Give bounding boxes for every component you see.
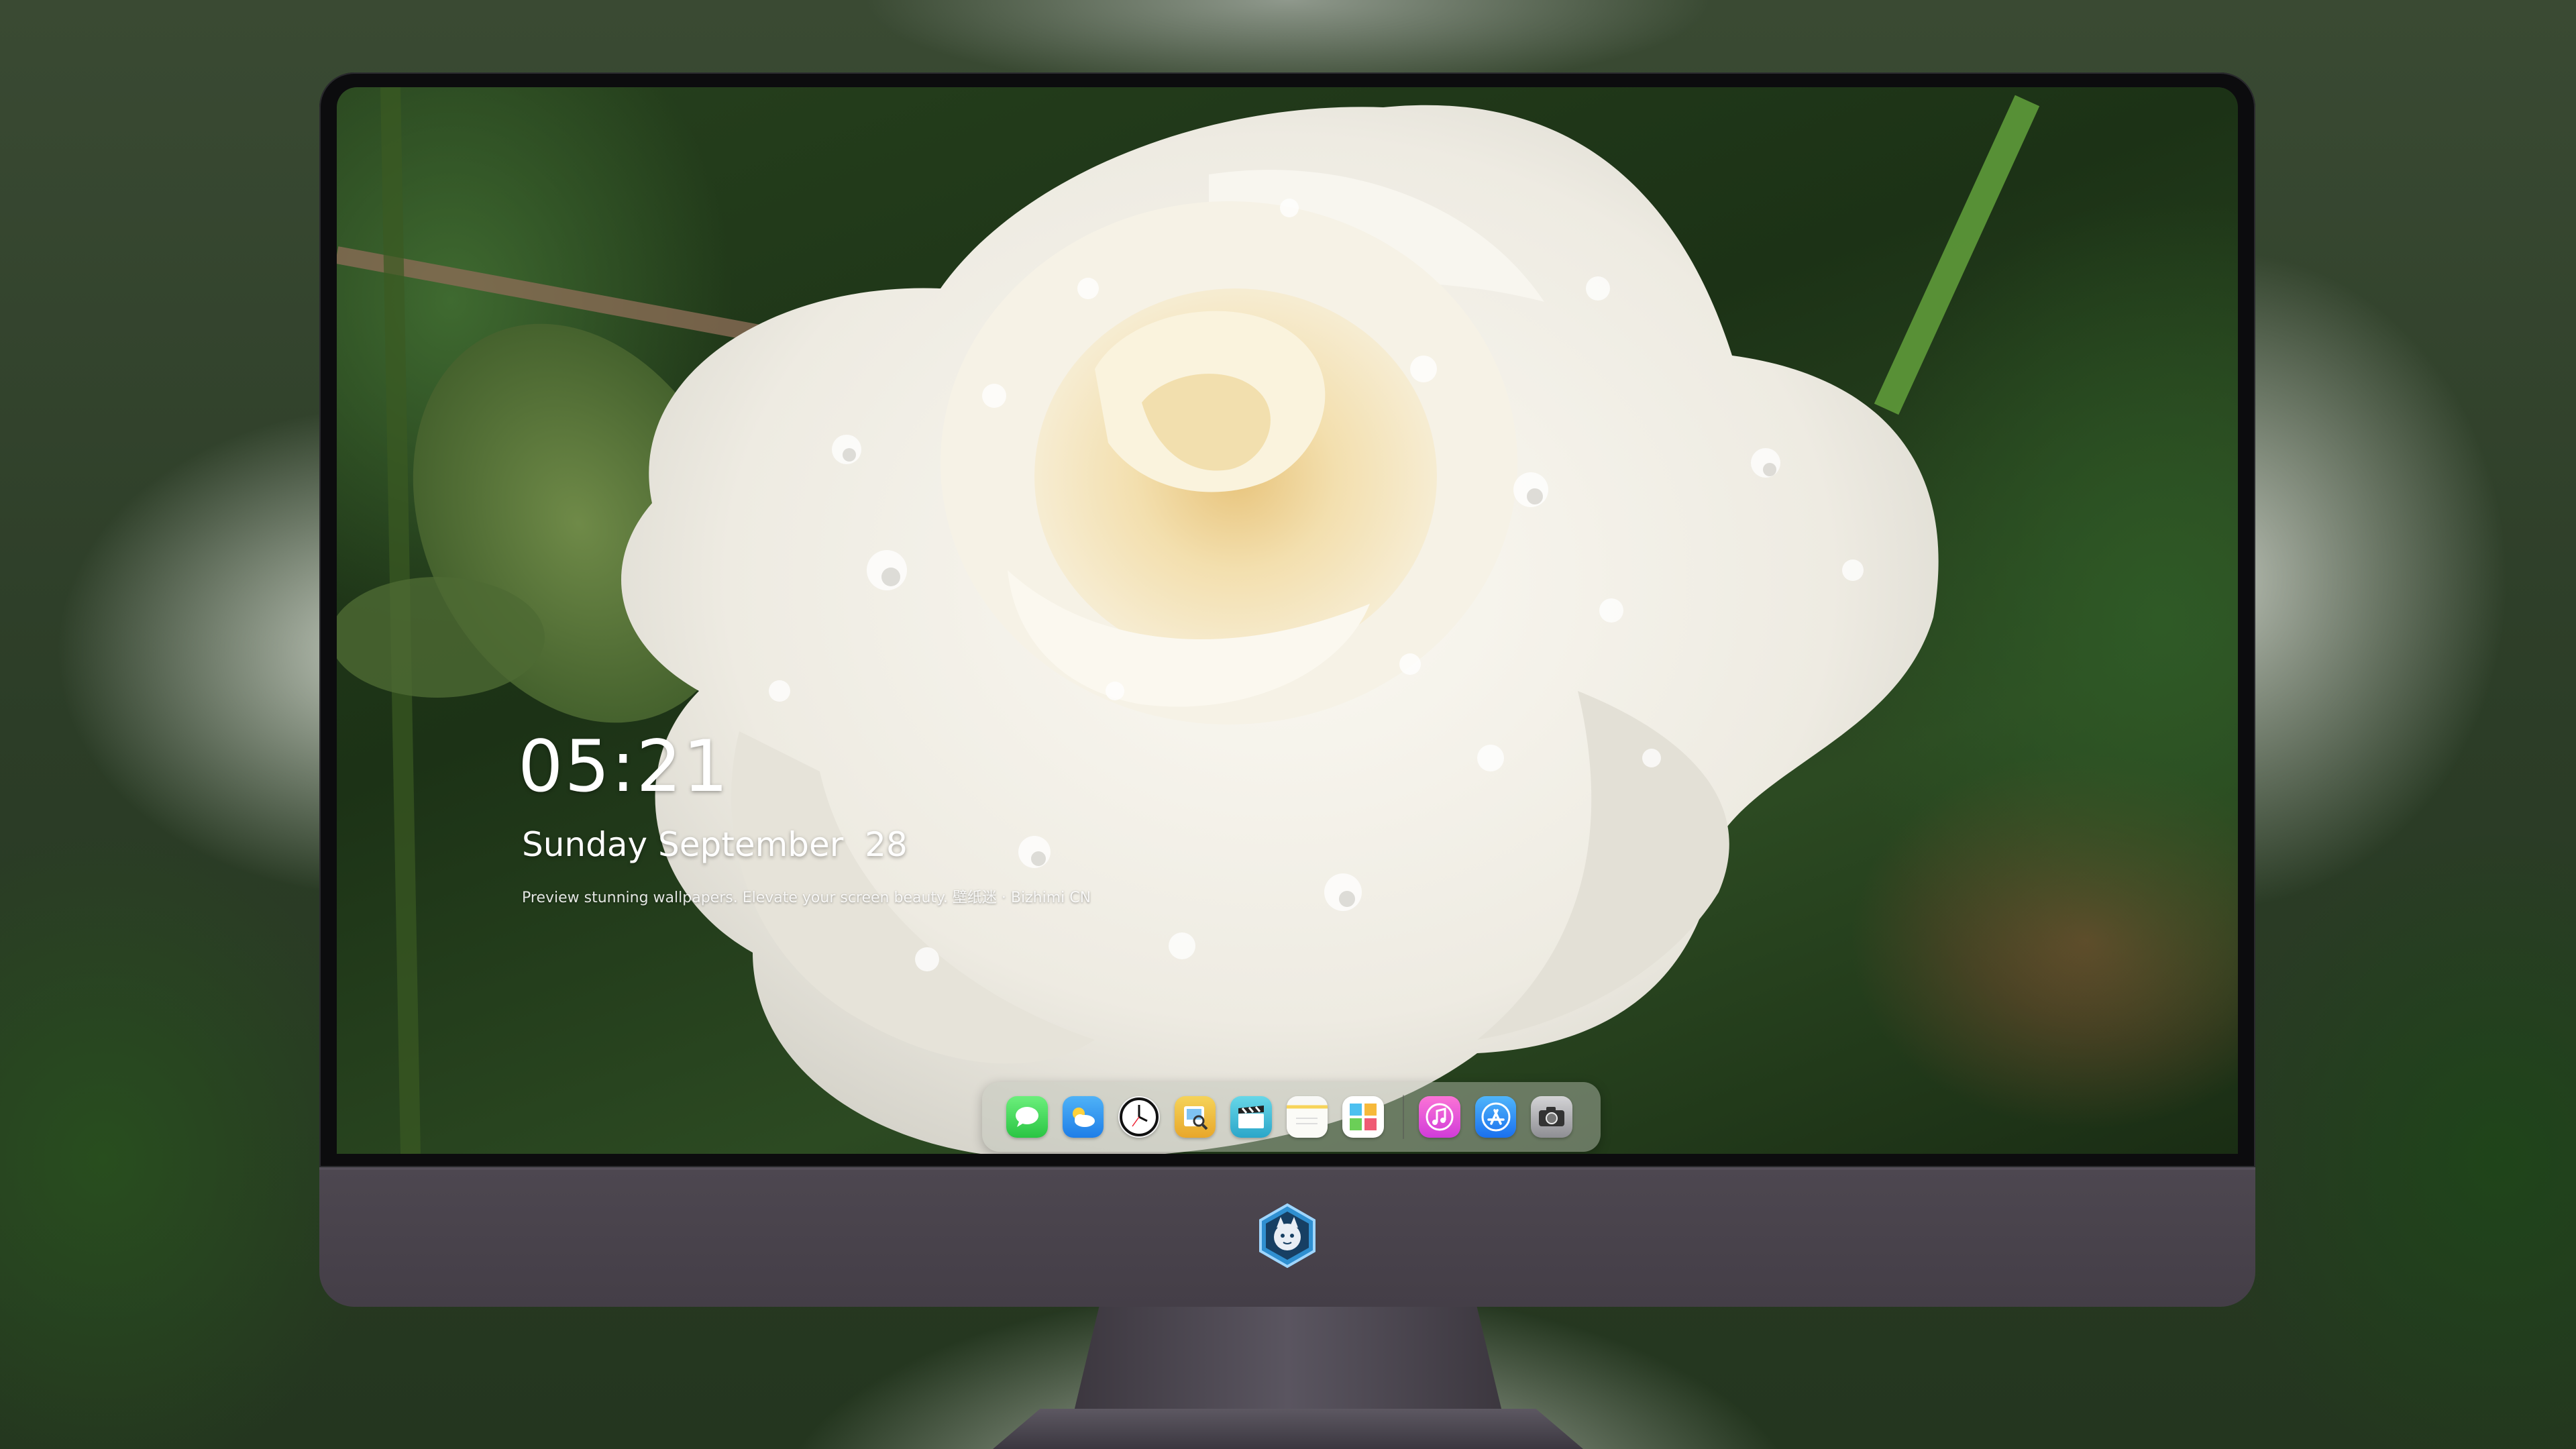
desktop-screen[interactable]: 05:21 Sunday September 28 Preview stunni…	[337, 87, 2238, 1154]
clock-icon[interactable]	[1118, 1096, 1160, 1138]
monitor-stand-base	[993, 1409, 1583, 1449]
monitor-bezel: 05:21 Sunday September 28 Preview stunni…	[319, 72, 2255, 1167]
monitor: 05:21 Sunday September 28 Preview stunni…	[319, 72, 2255, 1414]
lockscreen-time: 05:21	[518, 725, 730, 808]
notes-icon[interactable]	[1286, 1096, 1328, 1138]
camera-icon[interactable]	[1531, 1096, 1572, 1138]
lockscreen-date: Sunday September 28	[522, 825, 908, 864]
dock-separator	[1402, 1095, 1405, 1139]
weather-icon[interactable]	[1062, 1096, 1104, 1138]
wallpaper-tagline: Preview stunning wallpapers. Elevate you…	[522, 890, 1091, 906]
messages-icon[interactable]	[1006, 1096, 1048, 1138]
monitor-stand	[1073, 1307, 1503, 1414]
dock	[982, 1082, 1601, 1152]
photos-icon[interactable]	[1342, 1096, 1384, 1138]
app-store-icon[interactable]	[1474, 1096, 1517, 1138]
mascot-logo-icon	[1259, 1203, 1316, 1269]
music-icon[interactable]	[1419, 1096, 1460, 1138]
preview-icon[interactable]	[1174, 1096, 1216, 1138]
wallpaper-rose	[337, 87, 2040, 1154]
clapperboard-icon[interactable]	[1230, 1096, 1272, 1138]
